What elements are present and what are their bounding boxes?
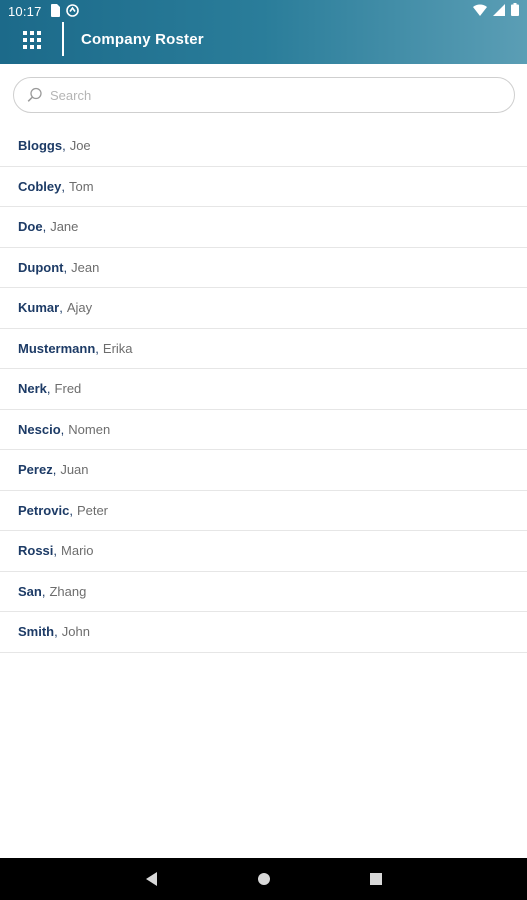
name-separator: , [63,259,68,275]
grid-icon [23,31,41,49]
name-separator: , [54,624,58,640]
name-separator: , [46,381,51,397]
first-name: Fred [54,381,82,397]
search-icon [27,87,42,102]
status-time: 10:17 [8,4,42,19]
battery-icon [511,3,519,16]
first-name: Joe [69,138,91,154]
last-name: Rossi [18,543,54,559]
first-name: Jane [50,219,79,235]
last-name: Nerk [18,381,47,397]
roster-list-item[interactable]: Dupont, Jean [0,248,527,288]
sync-icon [66,4,79,17]
roster-list-item[interactable]: Perez, Juan [0,450,527,491]
first-name: Zhang [49,583,87,599]
name-separator: , [52,462,57,478]
page-title: Company Roster [81,31,204,48]
status-bar: 10:17 [0,0,527,22]
roster-list-item[interactable]: Doe, Jane [0,207,527,248]
last-name: Nescio [18,421,61,437]
first-name: Juan [60,462,89,478]
name-separator: , [95,340,99,356]
app-screen: 10:17 Company Roster Search Bloggs , Joe… [0,0,527,900]
name-separator: , [41,583,46,599]
first-name: John [61,624,90,640]
first-name: Tom [68,178,94,194]
search-input[interactable] [50,84,490,106]
last-name: Cobley [18,178,62,194]
first-name: Nomen [68,421,111,437]
name-separator: , [42,219,47,235]
toolbar-divider [62,22,64,56]
signal-icon [493,3,505,16]
roster-list-item[interactable]: Nerk, Fred [0,369,527,410]
roster-list-item[interactable]: Mustermann, Erika [0,329,527,369]
roster-list: Bloggs, Joe Cobley, Tom Doe, Jane Dupont, Jean K… [0,126,527,653]
first-name: Ajay [66,300,93,316]
first-name: Mario [61,543,94,559]
roster-list-item[interactable]: Rossi, Mario [0,531,527,572]
search-area [0,64,527,126]
roster-list-item[interactable]: Kumar, Ajay [0,288,527,329]
roster-list-item[interactable]: Smith, John [0,612,527,653]
recents-icon[interactable] [367,870,385,888]
first-name: Peter [76,502,109,518]
last-name: Perez [18,462,53,478]
apps-grid-button[interactable] [16,24,48,56]
name-separator: , [53,543,58,559]
first-name: Jean [71,259,100,275]
name-separator: , [60,421,65,437]
toolbar: Company Roster [0,22,527,64]
home-icon[interactable] [255,870,273,888]
last-name: San [18,583,42,599]
back-icon[interactable] [143,870,161,888]
last-name: Kumar [18,300,60,316]
roster-list-item[interactable]: Cobley, Tom [0,167,527,207]
name-separator: , [69,502,73,518]
status-right-icons [473,3,519,16]
last-name: Dupont [18,259,64,275]
last-name: Petrovic [18,502,70,518]
app-header: 10:17 Company Roster [0,0,527,64]
roster-list-item[interactable]: San, Zhang [0,572,527,612]
last-name: Doe [18,219,43,235]
roster-list-item[interactable]: Nescio, Nomen [0,410,527,450]
name-separator: , [62,138,66,154]
last-name: Smith [18,624,55,640]
search-box[interactable] [13,77,515,113]
name-separator: , [59,300,63,316]
system-nav-bar [0,858,527,900]
last-name: Mustermann [18,340,96,356]
last-name: Bloggs [18,138,63,154]
roster-list-item[interactable]: Bloggs, Joe [0,126,527,167]
sim-card-icon [51,4,60,17]
wifi-icon [473,3,487,16]
roster-list-item[interactable]: Petrovic, Peter [0,491,527,531]
name-separator: , [61,178,65,194]
first-name: Erika [102,340,133,356]
